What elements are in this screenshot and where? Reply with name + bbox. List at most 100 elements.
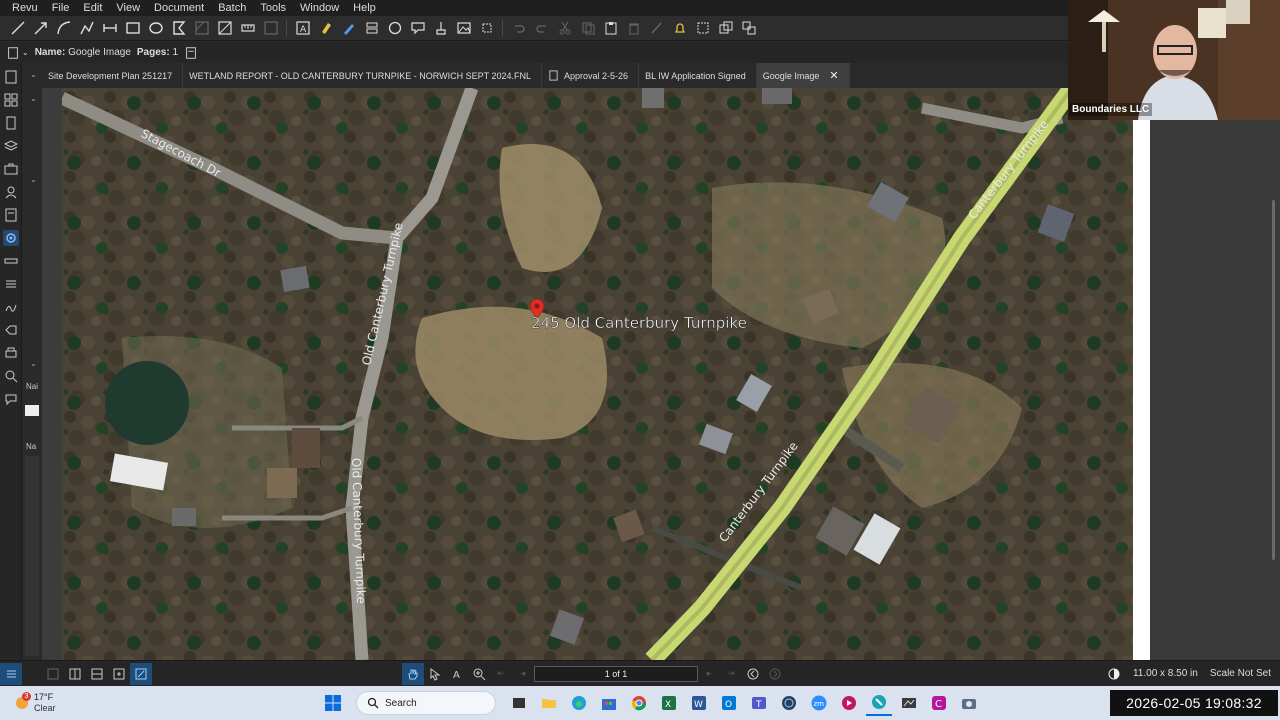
file-explorer-button[interactable] [536, 690, 562, 716]
ellipse-tool-button[interactable] [144, 17, 167, 39]
menu-view[interactable]: View [114, 2, 152, 14]
studio-button[interactable] [3, 391, 19, 407]
last-page-button[interactable]: ⇥ [720, 663, 742, 685]
menu-file[interactable]: File [50, 2, 82, 14]
polyline-tool-button[interactable] [75, 17, 98, 39]
file-access-button[interactable] [3, 207, 19, 223]
previous-view-button[interactable] [742, 663, 764, 685]
media-button[interactable] [836, 690, 862, 716]
start-button[interactable] [320, 690, 346, 716]
group-button[interactable] [714, 17, 737, 39]
cloud-button[interactable] [383, 17, 406, 39]
tab-google-image[interactable]: Google Image ✕ [756, 63, 850, 88]
next-view-button[interactable] [764, 663, 786, 685]
arc-tool-button[interactable] [52, 17, 75, 39]
menu-tools[interactable]: Tools [258, 2, 298, 14]
text-box-button[interactable]: A [291, 17, 314, 39]
document-canvas[interactable]: Stagecoach Dr Old Canterbury Turnpike Ol… [42, 88, 1150, 660]
properties-menu-icon[interactable]: ⌄ [6, 46, 29, 60]
spaces-button[interactable] [3, 345, 19, 361]
arrow-tool-button[interactable] [29, 17, 52, 39]
contrast-toggle-button[interactable] [1103, 663, 1125, 685]
select-tool-button[interactable] [424, 663, 446, 685]
undo-button[interactable] [507, 17, 530, 39]
properties-button[interactable] [3, 184, 19, 200]
search-button[interactable] [3, 368, 19, 384]
word-button[interactable]: W [686, 690, 712, 716]
snipping-tool-button[interactable] [956, 690, 982, 716]
menu-batch[interactable]: Batch [216, 2, 258, 14]
outlook-button[interactable]: O [716, 690, 742, 716]
stamp-button[interactable] [360, 17, 383, 39]
chrome-button[interactable] [626, 690, 652, 716]
pan-tool-button[interactable] [402, 662, 424, 685]
line-tool-button[interactable] [6, 17, 29, 39]
store-button[interactable] [596, 690, 622, 716]
first-page-button[interactable]: ⇤ [490, 663, 512, 685]
delete-button[interactable] [622, 17, 645, 39]
signatures-button[interactable] [3, 299, 19, 315]
lock-button[interactable] [668, 17, 691, 39]
rectangle-tool-button[interactable] [121, 17, 144, 39]
menu-window[interactable]: Window [298, 2, 351, 14]
weather-widget[interactable]: 3 17°F Clear [12, 692, 72, 716]
split-horizontal-button[interactable] [86, 663, 108, 685]
prev-page-button[interactable]: ◂ [512, 663, 534, 685]
panel-toggle-chevron[interactable]: ⌄ [30, 359, 37, 368]
cut-button[interactable] [553, 17, 576, 39]
length-tool-button[interactable] [236, 17, 259, 39]
tab-approval[interactable]: Approval 2-5-26 [542, 63, 640, 88]
c-app-button[interactable]: C [926, 690, 952, 716]
teams-button[interactable]: T [746, 690, 772, 716]
thumbnails-button[interactable] [3, 69, 19, 85]
taskbar-clock[interactable]: 2026-02-05 19:08:32 [1110, 690, 1278, 716]
single-page-button[interactable] [42, 663, 64, 685]
next-page-button[interactable]: ▸ [698, 663, 720, 685]
page-size-readout[interactable]: 11.00 x 8.50 in [1133, 668, 1198, 679]
panel-toggle-chevron[interactable]: ⌄ [30, 70, 37, 79]
hatch-tool-button[interactable] [190, 17, 213, 39]
menu-edit[interactable]: Edit [81, 2, 114, 14]
redo-button[interactable] [530, 17, 553, 39]
dimension-tool-button[interactable] [98, 17, 121, 39]
format-painter-button[interactable] [645, 17, 668, 39]
polygon-tool-button[interactable] [167, 17, 190, 39]
close-tab-icon[interactable]: ✕ [829, 69, 838, 82]
crop-button[interactable] [475, 17, 498, 39]
browser-button[interactable] [776, 690, 802, 716]
excel-button[interactable]: X [656, 690, 682, 716]
page-setup-icon[interactable] [184, 46, 198, 60]
split-vertical-button[interactable] [64, 663, 86, 685]
layers-grid-button[interactable] [3, 92, 19, 108]
links-button[interactable] [3, 322, 19, 338]
layers-button[interactable] [3, 138, 19, 154]
panel-toggle-chevron[interactable]: ⌄ [30, 94, 37, 103]
bluebeam-button[interactable] [866, 690, 892, 716]
pen-button[interactable] [337, 17, 360, 39]
taskbar-search[interactable]: Search [356, 691, 496, 715]
toolchest-button[interactable] [3, 161, 19, 177]
menu-revu[interactable]: Revu [10, 2, 50, 14]
tab-wetland-report[interactable]: WETLAND REPORT - OLD CANTERBURY TURNPIKE… [183, 63, 543, 88]
snap-button[interactable] [130, 662, 152, 685]
area-tool-button[interactable] [213, 17, 236, 39]
zoom-button[interactable] [468, 663, 490, 685]
copy-button[interactable] [576, 17, 599, 39]
select-text-button[interactable]: A [446, 663, 468, 685]
task-view-button[interactable] [506, 690, 532, 716]
list-view-button[interactable] [0, 662, 22, 685]
sync-button[interactable] [108, 663, 130, 685]
vertical-scrollbar[interactable] [1272, 200, 1275, 560]
page-number-field[interactable]: 1 of 1 [534, 665, 698, 682]
panel-field[interactable] [25, 405, 39, 416]
highlight-button[interactable] [314, 17, 337, 39]
paste-button[interactable] [599, 17, 622, 39]
menu-help[interactable]: Help [351, 2, 388, 14]
ungroup-button[interactable] [737, 17, 760, 39]
settings-button[interactable] [3, 230, 19, 246]
measurements-button[interactable] [3, 253, 19, 269]
select-region-button[interactable] [691, 17, 714, 39]
markups-list-button[interactable] [3, 276, 19, 292]
tab-bl-iw-application[interactable]: BL IW Application Signed [639, 63, 757, 88]
panel-toggle-chevron[interactable]: ⌄ [30, 175, 37, 184]
